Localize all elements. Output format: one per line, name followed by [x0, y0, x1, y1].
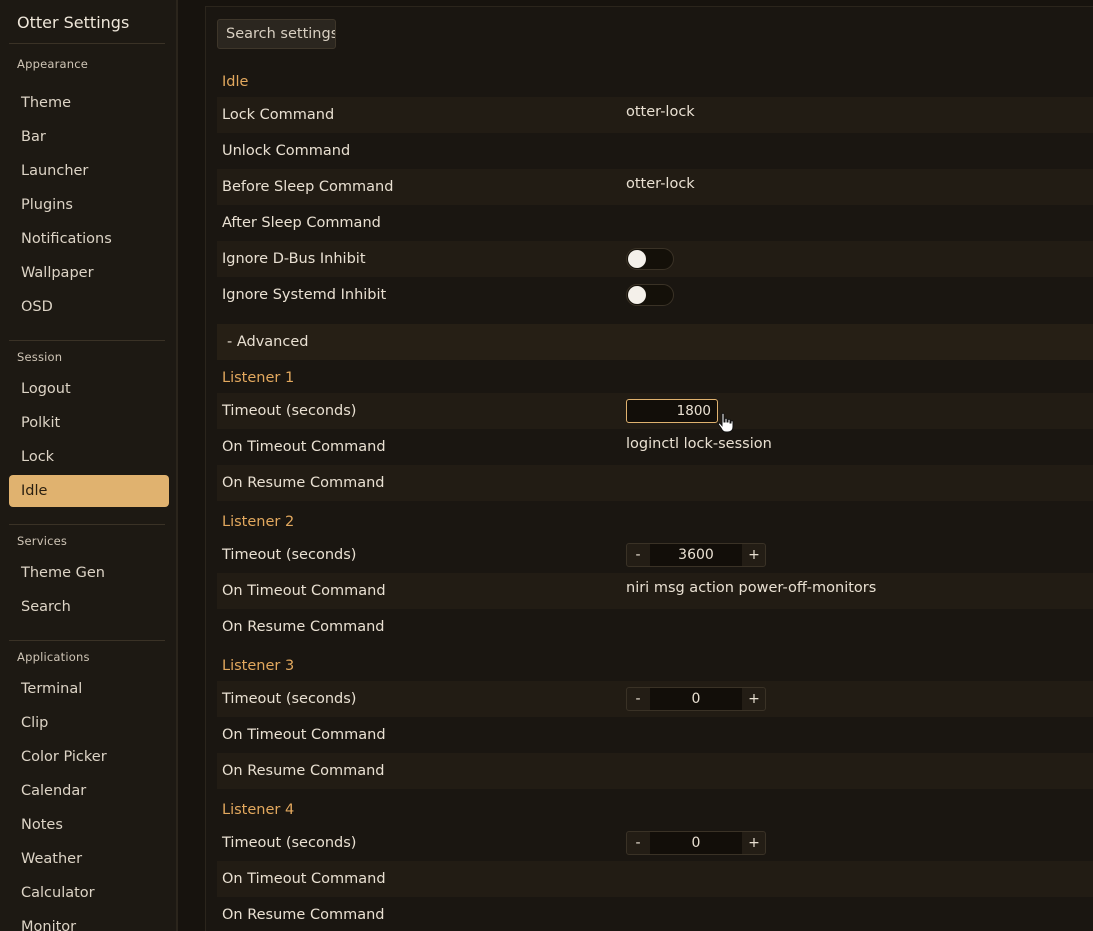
- sidebar-divider: [9, 640, 165, 641]
- setting-label: On Resume Command: [222, 907, 385, 923]
- search-input[interactable]: [217, 19, 336, 49]
- setting-row-listener-1-on-timeout[interactable]: On Timeout Command loginctl lock-session: [217, 429, 1093, 465]
- advanced-label: - Advanced: [227, 334, 309, 350]
- section-title-listener-3: Listener 3: [222, 658, 295, 674]
- sidebar-item-theme-gen[interactable]: Theme Gen: [9, 557, 169, 589]
- listener-2-on-timeout-value[interactable]: niri msg action power-off-monitors: [626, 580, 876, 596]
- setting-row-listener-1-timeout: Timeout (seconds) 1800: [217, 393, 1093, 429]
- sidebar-divider: [9, 340, 165, 341]
- sidebar-item-calendar[interactable]: Calendar: [9, 775, 169, 807]
- listener-1-on-timeout-value[interactable]: loginctl lock-session: [626, 436, 772, 452]
- section-title-listener-4: Listener 4: [222, 802, 295, 818]
- setting-row-listener-4-on-resume[interactable]: On Resume Command: [217, 897, 1093, 931]
- setting-label: On Resume Command: [222, 619, 385, 635]
- app-title: Otter Settings: [17, 13, 130, 32]
- setting-label: Timeout (seconds): [222, 691, 357, 707]
- sidebar-item-plugins[interactable]: Plugins: [9, 189, 169, 221]
- increment-button[interactable]: +: [743, 544, 765, 566]
- section-title-listener-1: Listener 1: [222, 370, 295, 386]
- setting-row-ignore-systemd-inhibit: Ignore Systemd Inhibit: [217, 277, 1093, 313]
- setting-row-unlock-command[interactable]: Unlock Command: [217, 133, 1093, 169]
- listener-4-timeout-stepper: - 0 +: [626, 831, 766, 855]
- sidebar-item-wallpaper[interactable]: Wallpaper: [9, 257, 169, 289]
- sidebar-item-search[interactable]: Search: [9, 591, 169, 623]
- toggle-knob: [628, 250, 646, 268]
- sidebar-item-clip[interactable]: Clip: [9, 707, 169, 739]
- setting-row-after-sleep-command[interactable]: After Sleep Command: [217, 205, 1093, 241]
- sidebar-item-color-picker[interactable]: Color Picker: [9, 741, 169, 773]
- stepper-value[interactable]: 0: [650, 688, 742, 710]
- setting-row-listener-2-on-timeout[interactable]: On Timeout Command niri msg action power…: [217, 573, 1093, 609]
- sidebar-item-monitor[interactable]: Monitor: [9, 911, 169, 931]
- sidebar-item-weather[interactable]: Weather: [9, 843, 169, 875]
- settings-panel: Idle Lock Command otter-lock Unlock Comm…: [205, 6, 1093, 931]
- setting-row-lock-command[interactable]: Lock Command otter-lock: [217, 97, 1093, 133]
- setting-label: Before Sleep Command: [222, 179, 394, 195]
- setting-row-listener-3-on-timeout[interactable]: On Timeout Command: [217, 717, 1093, 753]
- setting-row-before-sleep-command[interactable]: Before Sleep Command otter-lock: [217, 169, 1093, 205]
- stepper-value[interactable]: 3600: [650, 544, 742, 566]
- sidebar-item-notes[interactable]: Notes: [9, 809, 169, 841]
- sidebar-group-appearance: Appearance: [17, 57, 89, 71]
- advanced-section-header[interactable]: - Advanced: [217, 324, 1093, 360]
- decrement-button[interactable]: -: [627, 688, 649, 710]
- sidebar: Otter Settings Appearance Theme Bar Laun…: [0, 0, 178, 931]
- sidebar-item-logout[interactable]: Logout: [9, 373, 169, 405]
- sidebar-divider: [9, 524, 165, 525]
- section-title-idle: Idle: [222, 74, 249, 90]
- setting-label: Ignore Systemd Inhibit: [222, 287, 387, 303]
- setting-row-listener-3-timeout: Timeout (seconds) - 0 +: [217, 681, 1093, 717]
- sidebar-item-bar[interactable]: Bar: [9, 121, 169, 153]
- setting-label: Timeout (seconds): [222, 547, 357, 563]
- setting-label: On Timeout Command: [222, 583, 386, 599]
- ignore-systemd-inhibit-toggle[interactable]: [626, 284, 674, 306]
- setting-row-listener-4-timeout: Timeout (seconds) - 0 +: [217, 825, 1093, 861]
- ignore-dbus-inhibit-toggle[interactable]: [626, 248, 674, 270]
- increment-button[interactable]: +: [743, 832, 765, 854]
- setting-label: On Resume Command: [222, 475, 385, 491]
- sidebar-item-theme[interactable]: Theme: [9, 87, 169, 119]
- decrement-button[interactable]: -: [627, 544, 649, 566]
- lock-command-value[interactable]: otter-lock: [626, 104, 695, 120]
- sidebar-group-services: Services: [17, 534, 68, 548]
- hand-cursor-icon: [717, 412, 734, 433]
- setting-row-listener-3-on-resume[interactable]: On Resume Command: [217, 753, 1093, 789]
- setting-label: Ignore D-Bus Inhibit: [222, 251, 366, 267]
- listener-3-timeout-stepper: - 0 +: [626, 687, 766, 711]
- sidebar-item-polkit[interactable]: Polkit: [9, 407, 169, 439]
- setting-label: Unlock Command: [222, 143, 351, 159]
- sidebar-item-osd[interactable]: OSD: [9, 291, 169, 323]
- sidebar-item-idle[interactable]: Idle: [9, 475, 169, 507]
- sidebar-divider: [9, 43, 165, 44]
- setting-label: On Resume Command: [222, 763, 385, 779]
- section-title-listener-2: Listener 2: [222, 514, 295, 530]
- setting-label: Lock Command: [222, 107, 335, 123]
- setting-label: Timeout (seconds): [222, 403, 357, 419]
- decrement-button[interactable]: -: [627, 832, 649, 854]
- setting-label: On Timeout Command: [222, 439, 386, 455]
- sidebar-item-launcher[interactable]: Launcher: [9, 155, 169, 187]
- setting-row-ignore-dbus-inhibit: Ignore D-Bus Inhibit: [217, 241, 1093, 277]
- setting-label: Timeout (seconds): [222, 835, 357, 851]
- sidebar-group-applications: Applications: [17, 650, 90, 664]
- stepper-value[interactable]: 0: [650, 832, 742, 854]
- setting-label: On Timeout Command: [222, 727, 386, 743]
- sidebar-item-notifications[interactable]: Notifications: [9, 223, 169, 255]
- setting-label: After Sleep Command: [222, 215, 381, 231]
- setting-label: On Timeout Command: [222, 871, 386, 887]
- setting-row-listener-2-on-resume[interactable]: On Resume Command: [217, 609, 1093, 645]
- setting-row-listener-4-on-timeout[interactable]: On Timeout Command: [217, 861, 1093, 897]
- sidebar-item-terminal[interactable]: Terminal: [9, 673, 169, 705]
- setting-row-listener-2-timeout: Timeout (seconds) - 3600 +: [217, 537, 1093, 573]
- toggle-knob: [628, 286, 646, 304]
- listener-1-timeout-input[interactable]: 1800: [626, 399, 718, 423]
- sidebar-group-session: Session: [17, 350, 63, 364]
- before-sleep-command-value[interactable]: otter-lock: [626, 176, 695, 192]
- setting-row-listener-1-on-resume[interactable]: On Resume Command: [217, 465, 1093, 501]
- sidebar-item-calculator[interactable]: Calculator: [9, 877, 169, 909]
- listener-2-timeout-stepper: - 3600 +: [626, 543, 766, 567]
- increment-button[interactable]: +: [743, 688, 765, 710]
- sidebar-item-lock[interactable]: Lock: [9, 441, 169, 473]
